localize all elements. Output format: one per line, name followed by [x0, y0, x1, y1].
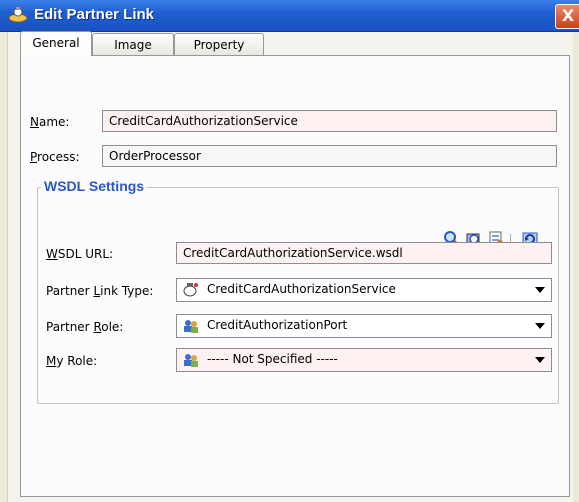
- my-role-select[interactable]: ----- Not Specified -----: [176, 348, 552, 372]
- role-icon: [182, 352, 200, 368]
- chevron-down-icon[interactable]: [535, 357, 545, 363]
- partner-link-type-icon: [182, 282, 200, 298]
- partner-role-value: CreditAuthorizationPort: [207, 318, 348, 332]
- partner-link-type-value: CreditCardAuthorizationService: [207, 282, 396, 296]
- window-title: Edit Partner Link: [34, 6, 155, 23]
- name-label: Name:: [30, 115, 70, 129]
- tab-image[interactable]: Image: [92, 33, 174, 56]
- process-field: OrderProcessor: [102, 145, 557, 167]
- title-bar: Edit Partner Link X: [0, 0, 579, 32]
- wsdl-settings-title: WSDL Settings: [41, 178, 148, 194]
- process-label: Process:: [30, 150, 80, 164]
- name-field[interactable]: CreditCardAuthorizationService: [102, 110, 557, 132]
- partner-link-type-label: Partner Link Type:: [46, 284, 154, 298]
- role-icon: [182, 318, 200, 334]
- partner-role-select[interactable]: CreditAuthorizationPort: [176, 314, 552, 338]
- partner-link-icon: [8, 6, 28, 24]
- wsdl-url-label: WSDL URL:: [46, 247, 114, 261]
- chevron-down-icon[interactable]: [535, 323, 545, 329]
- partner-role-label: Partner Role:: [46, 320, 124, 334]
- tab-property[interactable]: Property: [174, 33, 264, 56]
- chevron-down-icon[interactable]: [535, 287, 545, 293]
- my-role-label: My Role:: [46, 354, 98, 368]
- wsdl-url-field[interactable]: CreditCardAuthorizationService.wsdl: [176, 242, 552, 264]
- close-button[interactable]: X: [555, 4, 579, 29]
- partner-link-type-select[interactable]: CreditCardAuthorizationService: [176, 278, 552, 302]
- tab-general[interactable]: General: [20, 31, 92, 56]
- my-role-value: ----- Not Specified -----: [207, 352, 338, 366]
